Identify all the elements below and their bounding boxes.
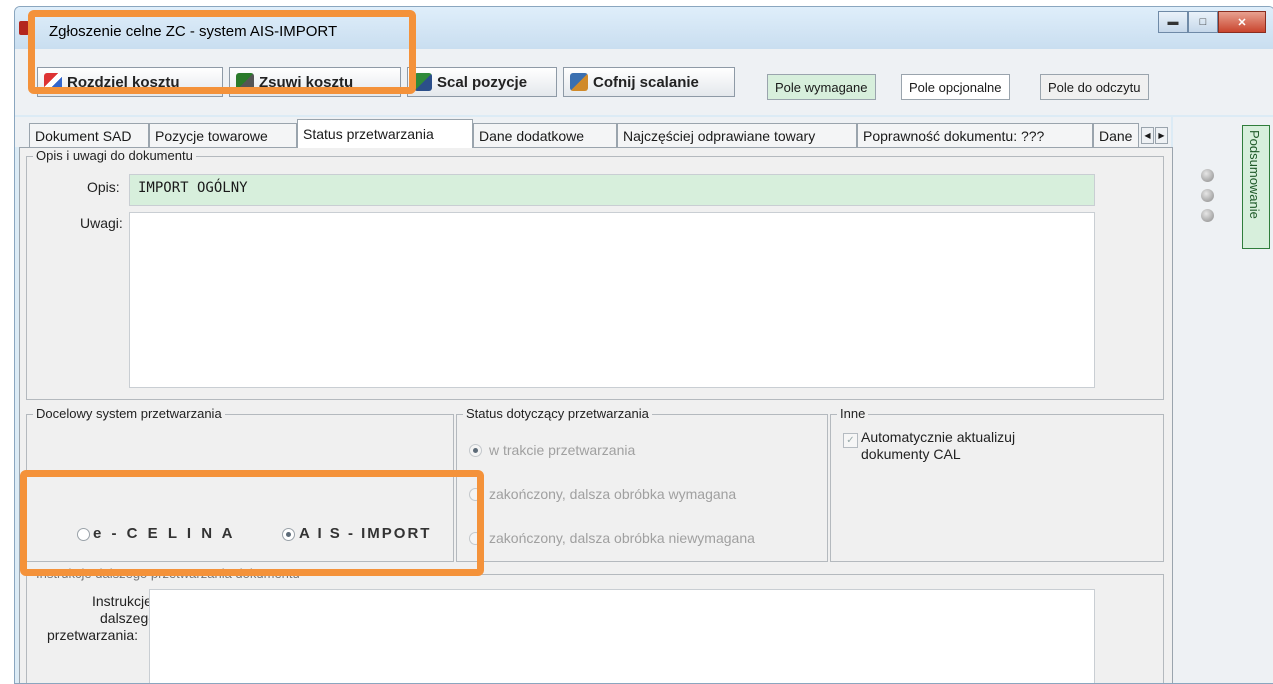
system-group-title: Docelowy system przetwarzania bbox=[33, 406, 225, 421]
merge-cost-button[interactable]: Zsuwj kosztu bbox=[229, 67, 401, 97]
opis-label: Opis: bbox=[87, 179, 120, 195]
radio-w-trakcie-label: w trakcie przetwarzania bbox=[489, 442, 636, 458]
app-icon bbox=[19, 21, 29, 35]
opis-input[interactable]: IMPORT OGÓLNY bbox=[129, 174, 1095, 206]
radio-zakonczony-niewymagana-label: zakończony, dalsza obróbka niewymagana bbox=[489, 530, 755, 546]
checkmark-icon: ✓ bbox=[846, 435, 855, 446]
radio-zakonczony-niewymagana[interactable] bbox=[469, 532, 482, 545]
status-dot-icon bbox=[1201, 169, 1214, 182]
uwagi-textarea[interactable] bbox=[129, 212, 1095, 388]
toolbar: Rozdziel kosztu Zsuwj kosztu Scal pozycj… bbox=[15, 49, 1273, 115]
undo-merge-icon bbox=[570, 73, 588, 91]
app-window: Zgłoszenie celne ZC - system AIS-IMPORT … bbox=[14, 6, 1273, 684]
status-group-title: Status dotyczący przetwarzania bbox=[463, 406, 652, 421]
instrukcje-group-title: Instrukcje dalszego przetwarzania dokume… bbox=[33, 566, 303, 581]
system-group: Docelowy system przetwarzania e - C E L … bbox=[26, 406, 454, 562]
tab-content-status: Opis i uwagi do dokumentu Opis: IMPORT O… bbox=[19, 147, 1173, 683]
tab-pozycje-towarowe[interactable]: Pozycje towarowe bbox=[149, 123, 297, 147]
close-button[interactable]: ✕ bbox=[1218, 11, 1266, 33]
status-dot-icon bbox=[1201, 189, 1214, 202]
split-cost-icon bbox=[44, 73, 62, 91]
close-icon: ✕ bbox=[1237, 16, 1247, 29]
window-title: Zgłoszenie celne ZC - system AIS-IMPORT bbox=[49, 23, 338, 40]
podsumowanie-label: Podsumowanie bbox=[1247, 130, 1262, 219]
uwagi-label: Uwagi: bbox=[80, 215, 123, 231]
status-dot-icon bbox=[1201, 209, 1214, 222]
maximize-button[interactable]: □ bbox=[1188, 11, 1218, 33]
opis-group-title: Opis i uwagi do dokumentu bbox=[33, 148, 196, 163]
radio-ais-import[interactable] bbox=[282, 528, 295, 541]
instrukcje-group: Instrukcje dalszego przetwarzania dokume… bbox=[26, 566, 1164, 683]
instrukcje-label-2: dalszego bbox=[100, 610, 157, 626]
radio-w-trakcie[interactable] bbox=[469, 444, 482, 457]
undo-merge-button[interactable]: Cofnij scalanie bbox=[563, 67, 735, 97]
legend-readonly: Pole do odczytu bbox=[1040, 74, 1149, 100]
tab-najczesciej-odprawiane[interactable]: Najczęściej odprawiane towary bbox=[617, 123, 857, 147]
tab-dokument-sad[interactable]: Dokument SAD bbox=[29, 123, 149, 147]
tab-scroll-right-icon[interactable]: ▶ bbox=[1155, 127, 1168, 144]
podsumowanie-side-tab[interactable]: Podsumowanie bbox=[1242, 125, 1270, 249]
auto-update-cal-label-1: Automatycznie aktualizuj bbox=[861, 429, 1016, 445]
legend-optional: Pole opcjonalne bbox=[901, 74, 1010, 100]
radio-zakonczony-wymagana[interactable] bbox=[469, 488, 482, 501]
instrukcje-label-3: przetwarzania: bbox=[47, 627, 139, 643]
minimize-icon: ▬ bbox=[1167, 16, 1179, 28]
merge-items-icon bbox=[414, 73, 432, 91]
radio-e-celina-label: e - C E L I N A bbox=[93, 525, 236, 542]
radio-ais-import-label: A I S - IMPORT bbox=[299, 525, 432, 542]
merge-items-button[interactable]: Scal pozycje bbox=[407, 67, 557, 97]
tab-poprawnosc-dokumentu[interactable]: Poprawność dokumentu: ??? bbox=[857, 123, 1093, 147]
inne-group: Inne ✓ Automatycznie aktualizuj dokument… bbox=[830, 406, 1164, 562]
radio-e-celina[interactable] bbox=[77, 528, 90, 541]
inne-group-title: Inne bbox=[837, 406, 869, 421]
maximize-icon: □ bbox=[1199, 16, 1207, 28]
tab-status-przetwarzania[interactable]: Status przetwarzania bbox=[297, 119, 473, 148]
radio-zakonczony-wymagana-label: zakończony, dalsza obróbka wymagana bbox=[489, 486, 737, 502]
auto-update-cal-label-2: dokumenty CAL bbox=[861, 446, 961, 462]
tab-dane[interactable]: Dane bbox=[1093, 123, 1139, 147]
merge-cost-icon bbox=[236, 73, 254, 91]
title-bar[interactable]: Zgłoszenie celne ZC - system AIS-IMPORT … bbox=[15, 7, 1273, 49]
minimize-button[interactable]: ▬ bbox=[1158, 11, 1188, 33]
tab-scroll-left-icon[interactable]: ◀ bbox=[1141, 127, 1154, 144]
split-cost-button[interactable]: Rozdziel kosztu bbox=[37, 67, 223, 97]
legend-required: Pole wymagane bbox=[767, 74, 876, 100]
opis-group: Opis i uwagi do dokumentu Opis: IMPORT O… bbox=[26, 148, 1164, 400]
tab-dane-dodatkowe[interactable]: Dane dodatkowe bbox=[473, 123, 617, 147]
status-group: Status dotyczący przetwarzania w trakcie… bbox=[456, 406, 828, 562]
instrukcje-label-1: Instrukcje bbox=[92, 593, 152, 609]
instrukcje-textarea[interactable] bbox=[149, 589, 1095, 683]
tab-strip: Dokument SAD Pozycje towarowe Status prz… bbox=[15, 117, 1171, 148]
auto-update-cal-checkbox[interactable]: ✓ bbox=[843, 433, 858, 448]
